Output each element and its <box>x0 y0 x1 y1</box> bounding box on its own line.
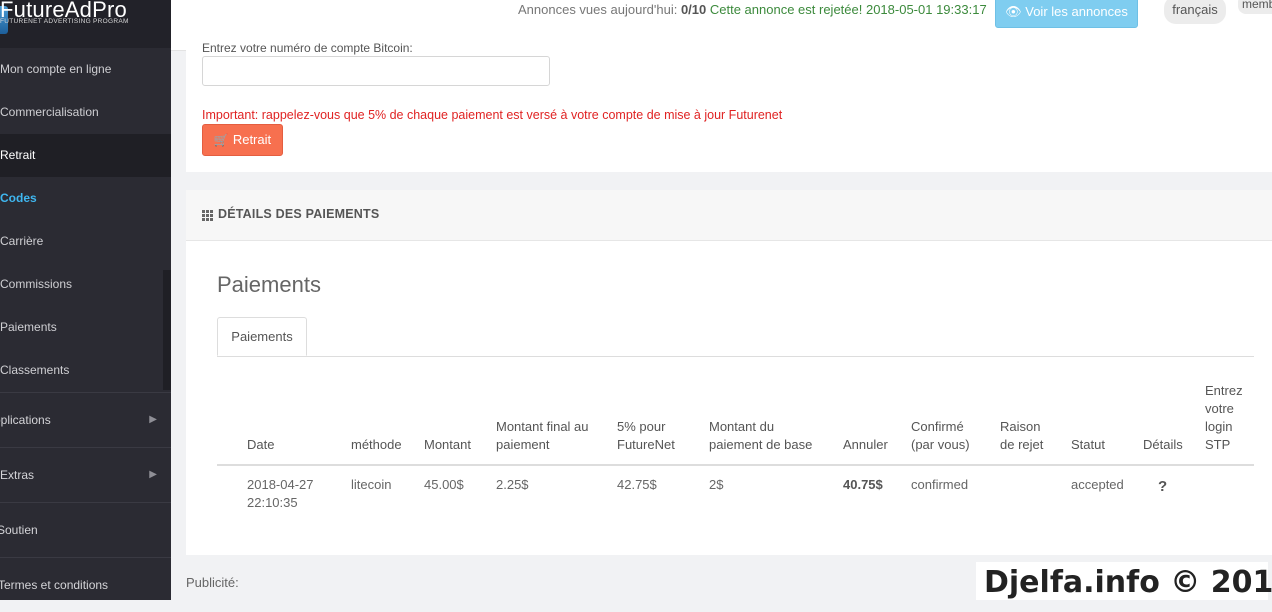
payments-panel-header: DÉTAILS DES PAIEMENTS <box>186 190 1272 241</box>
header-text: Annuler <box>843 437 888 452</box>
withdraw-panel: Entrez votre numéro de compte Bitcoin: I… <box>186 41 1272 172</box>
column-header-montant[interactable]: Montant <box>424 436 471 454</box>
header-text: Entrez <box>1205 383 1243 398</box>
column-header-confirme[interactable]: Confirmé (par vous) <box>911 418 970 454</box>
watermark: Djelfa.info © 2018 <box>976 562 1272 600</box>
header-text: login <box>1205 419 1233 434</box>
sidebar-item-mon-compte[interactable]: Mon compte en ligne <box>0 48 171 91</box>
header-text: 5% pour <box>617 419 666 434</box>
brand-subtitle: FUTURENET ADVERTISING PROGRAM <box>0 18 129 25</box>
column-header-details[interactable]: Détails <box>1143 436 1183 454</box>
sidebar-group-label: Extras <box>0 468 35 482</box>
cell-cancel: 40.75$ <box>843 477 883 492</box>
ads-count: 0/10 <box>680 2 707 17</box>
sidebar-item-commissions[interactable]: Commissions <box>0 263 171 306</box>
tab-paiements[interactable]: Paiements <box>217 317 307 356</box>
header-text: Confirmé <box>911 419 964 434</box>
header-text: Détails <box>1143 437 1183 452</box>
header-text: (par vous) <box>911 437 970 452</box>
column-header-futurenet[interactable]: 5% pour FutureNet <box>617 418 675 454</box>
header-text: de rejet <box>1000 437 1044 452</box>
header-text: Raison <box>1000 419 1041 434</box>
tabs-divider <box>217 356 1254 357</box>
withdraw-button[interactable]: 🛒 Retrait <box>202 124 283 156</box>
header-text: paiement de base <box>709 437 813 452</box>
bitcoin-account-input[interactable] <box>202 56 550 86</box>
ads-rejected-message: Cette annonce est rejetée! 2018-05-01 19… <box>706 2 987 17</box>
cell-status: accepted <box>1071 477 1124 492</box>
sidebar-item-paiements[interactable]: Paiements <box>0 306 171 349</box>
sidebar-group-extras[interactable]: Extras ▶ <box>0 447 171 502</box>
member-menu[interactable]: member <box>1238 0 1272 14</box>
sidebar-item-classements[interactable]: Classements <box>0 349 171 392</box>
header-text: votre <box>1205 401 1234 416</box>
header-text: Statut <box>1071 437 1105 452</box>
header-text: FutureNet <box>617 437 675 452</box>
header-text: Montant du <box>709 419 775 434</box>
view-ads-label: Voir les annonces <box>1025 4 1128 19</box>
sidebar-item-carriere[interactable]: Carrière <box>0 220 171 263</box>
important-notice: Important: rappelez-vous que 5% de chaqu… <box>202 108 783 122</box>
column-header-montant-base[interactable]: Montant du paiement de base <box>709 418 812 454</box>
sidebar-item-commercialisation[interactable]: Commercialisation <box>0 91 171 134</box>
cell-final-amount: 2.25$ <box>496 477 529 492</box>
payments-panel-title: DÉTAILS DES PAIEMENTS <box>218 207 380 221</box>
question-icon[interactable]: ? <box>1158 478 1167 495</box>
header-text: Montant <box>424 437 471 452</box>
cell-amount: 45.00$ <box>424 477 464 492</box>
cart-icon: 🛒 <box>213 133 229 147</box>
page-title: Paiements <box>217 272 321 297</box>
column-header-raison[interactable]: Raison de rejet <box>1000 418 1043 454</box>
ads-status: Annonces vues aujourd'hui: 0/10 Cette an… <box>518 2 987 17</box>
chevron-right-icon: ▶ <box>149 469 157 480</box>
header-text: Montant final au <box>496 419 589 434</box>
chevron-right-icon: ▶ <box>149 414 157 425</box>
column-header-date[interactable]: Date <box>247 436 274 454</box>
sidebar-group-applications[interactable]: Applications ▶ <box>0 392 171 447</box>
column-header-login[interactable]: Entrez votre login STP <box>1205 382 1243 454</box>
header-text: Date <box>247 437 275 452</box>
column-header-annuler[interactable]: Annuler <box>843 436 888 454</box>
payments-panel: DÉTAILS DES PAIEMENTS Paiements Paiement… <box>186 190 1272 555</box>
header-text: STP <box>1205 437 1231 452</box>
ads-status-prefix: Annonces vues aujourd'hui: <box>518 2 681 17</box>
cell-date-value: 2018-04-27 <box>247 477 314 492</box>
sidebar-group-label: Termes et conditions <box>0 578 109 592</box>
eye-icon: 👁 <box>1005 4 1022 19</box>
language-selector[interactable]: français <box>1164 0 1226 24</box>
table-header-divider <box>217 464 1254 466</box>
cell-method: litecoin <box>351 477 392 492</box>
header-text: paiement <box>496 437 550 452</box>
column-header-montant-final[interactable]: Montant final au paiement <box>496 418 589 454</box>
sidebar-item-codes[interactable]: Codes <box>0 177 171 220</box>
sidebar-group-termes[interactable]: Termes et conditions <box>0 557 171 612</box>
header-text: méthode <box>351 437 402 452</box>
sidebar-group-label: Applications <box>0 413 51 427</box>
cell-time-value: 22:10:35 <box>247 495 298 510</box>
sidebar: FutureAdPro FUTURENET ADVERTISING PROGRA… <box>0 0 171 600</box>
sidebar-group-label: Soutien <box>0 523 38 537</box>
brand-logo[interactable]: FutureAdPro FUTURENET ADVERTISING PROGRA… <box>0 0 171 48</box>
grid-icon <box>202 210 214 222</box>
sidebar-group-soutien[interactable]: Soutien <box>0 502 171 557</box>
sidebar-menu: Mon compte en ligne Commercialisation Re… <box>0 48 171 612</box>
cell-confirmed: confirmed <box>911 477 969 492</box>
cell-date: 2018-04-27 22:10:35 <box>247 476 314 512</box>
sidebar-item-retrait[interactable]: Retrait <box>0 134 171 177</box>
bitcoin-account-label: Entrez votre numéro de compte Bitcoin: <box>202 41 413 55</box>
advertising-label: Publicité: <box>186 575 239 590</box>
column-header-methode[interactable]: méthode <box>351 436 402 454</box>
view-ads-button[interactable]: 👁 Voir les annonces <box>995 0 1138 28</box>
cell-base-amount: 2$ <box>709 477 724 492</box>
sidebar-scrollbar[interactable] <box>163 270 171 390</box>
withdraw-button-label: Retrait <box>232 132 272 147</box>
column-header-statut[interactable]: Statut <box>1071 436 1105 454</box>
cell-futurenet-share: 42.75$ <box>617 477 657 492</box>
